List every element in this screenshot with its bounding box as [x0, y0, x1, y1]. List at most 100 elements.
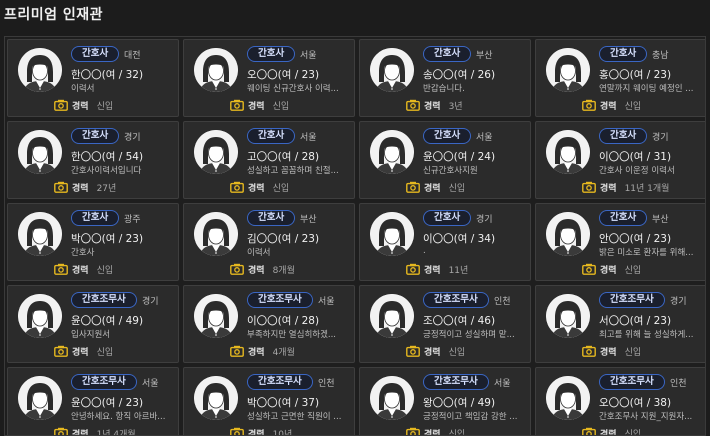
career-value: 신입: [96, 101, 114, 112]
page-title: 프리미엄 인재관: [4, 7, 104, 23]
job-badge: 간호조무사: [71, 292, 137, 308]
career-value: 신입: [624, 101, 642, 112]
candidate-card[interactable]: 간호사 부산 송〇〇(여 / 26) 반갑습니다. 경력 3년: [359, 39, 531, 117]
job-badge: 간호조무사: [423, 374, 489, 390]
candidate-card[interactable]: 간호조무사 서울 이〇〇(여 / 28) 부족하지만 열심히하겠... 경력 4…: [183, 285, 355, 363]
avatar-icon: [194, 130, 238, 174]
region-label: 광주: [124, 215, 141, 225]
career-row: 경력 4개월: [230, 344, 295, 358]
career-row: 경력 신입: [582, 344, 641, 358]
candidate-name: 이〇〇(여 / 31): [599, 151, 672, 163]
camera-icon: [54, 99, 68, 111]
avatar-icon: [370, 48, 414, 92]
candidate-name: 송〇〇(여 / 26): [423, 69, 496, 81]
career-row: 경력 신입: [54, 344, 113, 358]
candidate-card[interactable]: 간호조무사 인천 박〇〇(여 / 37) 성실하고 근면한 직원이 ... 경력…: [183, 367, 355, 435]
candidate-intro: 밝은 미소로 환자를 위해...: [599, 248, 694, 258]
job-badge: 간호사: [423, 128, 472, 144]
candidate-intro: 간호사이력서입니다: [71, 166, 142, 176]
career-label: 경력: [72, 429, 89, 436]
career-row: 경력 신입: [406, 426, 465, 435]
camera-icon: [230, 427, 244, 435]
candidate-card[interactable]: 간호사 서울 고〇〇(여 / 28) 성실하고 꼼꼼하며 친절... 경력 신입: [183, 121, 355, 199]
career-row: 경력 신입: [230, 180, 289, 194]
career-label: 경력: [72, 183, 89, 194]
career-row: 경력 신입: [406, 180, 465, 194]
camera-icon: [582, 427, 596, 435]
candidate-card[interactable]: 간호사 서울 윤〇〇(여 / 24) 신규간호사지원 경력 신입: [359, 121, 531, 199]
camera-icon: [406, 181, 420, 193]
job-badge: 간호사: [599, 46, 648, 62]
candidate-intro: 간호사 이운정 이력서: [599, 166, 675, 176]
career-value: 신입: [448, 183, 466, 194]
avatar-icon: [194, 294, 238, 338]
candidate-intro: 웨이팅 신규간호사 이력...: [247, 84, 339, 94]
candidate-name: 오〇〇(여 / 38): [599, 397, 672, 409]
candidate-intro: 긍정적이고 책임감 강한 ...: [423, 412, 518, 422]
camera-icon: [582, 263, 596, 275]
candidate-card[interactable]: 간호사 부산 김〇〇(여 / 23) 이력서 경력 8개월: [183, 203, 355, 281]
candidate-name: 윤〇〇(여 / 24): [423, 151, 496, 163]
candidate-card[interactable]: 간호사 경기 한〇〇(여 / 54) 간호사이력서입니다 경력 27년: [7, 121, 179, 199]
camera-icon: [230, 99, 244, 111]
career-row: 경력 신입: [54, 262, 113, 276]
career-value: 신입: [624, 347, 642, 358]
avatar-icon: [18, 376, 62, 420]
avatar-icon: [546, 294, 590, 338]
candidate-card[interactable]: 간호조무사 서울 윤〇〇(여 / 23) 안녕하세요. 항직 아르바... 경력…: [7, 367, 179, 436]
avatar-icon: [194, 212, 238, 256]
candidate-card[interactable]: 간호조무사 서울 왕〇〇(여 / 49) 긍정적이고 책임감 강한 ... 경력…: [359, 367, 531, 435]
avatar-icon: [370, 212, 414, 256]
camera-icon: [582, 345, 596, 357]
avatar-icon: [18, 294, 62, 338]
career-row: 경력 11년: [406, 262, 468, 276]
candidate-card[interactable]: 간호사 대전 한〇〇(여 / 32) 이력서 경력 신입: [7, 39, 179, 117]
candidate-card[interactable]: 간호사 서울 오〇〇(여 / 23) 웨이팅 신규간호사 이력... 경력 신입: [183, 39, 355, 117]
candidate-card[interactable]: 간호사 충남 홍〇〇(여 / 23) 연말까지 웨이팅 예정인 ... 경력 신…: [535, 39, 705, 117]
career-value: 신입: [624, 429, 642, 436]
career-label: 경력: [72, 101, 89, 112]
candidate-name: 안〇〇(여 / 23): [599, 233, 672, 245]
camera-icon: [406, 427, 420, 435]
candidate-card[interactable]: 간호조무사 경기 윤〇〇(여 / 49) 입사지원서 경력 신입: [7, 285, 179, 363]
header: 프리미엄 인재관: [0, 0, 710, 30]
candidate-intro: 성실하고 근면한 직원이 ...: [247, 412, 342, 422]
career-row: 경력 신입: [406, 344, 465, 358]
avatar-icon: [18, 130, 62, 174]
job-badge: 간호사: [247, 46, 296, 62]
candidate-card[interactable]: 간호사 부산 안〇〇(여 / 23) 밝은 미소로 환자를 위해... 경력 신…: [535, 203, 705, 281]
candidate-name: 김〇〇(여 / 23): [247, 233, 320, 245]
candidate-card[interactable]: 간호조무사 인천 조〇〇(여 / 46) 긍정적이고 성실하며 맡... 경력 …: [359, 285, 531, 363]
region-label: 서울: [142, 379, 159, 389]
candidate-card[interactable]: 간호사 광주 박〇〇(여 / 23) 간호사 경력 신입: [7, 203, 179, 281]
career-row: 경력 신입: [54, 98, 113, 112]
region-label: 인천: [318, 379, 335, 389]
career-label: 경력: [424, 347, 441, 358]
job-badge: 간호조무사: [423, 292, 489, 308]
candidate-card[interactable]: 간호사 경기 이〇〇(여 / 31) 간호사 이운정 이력서 경력 11년 1개…: [535, 121, 705, 199]
candidate-card[interactable]: 간호조무사 인천 오〇〇(여 / 38) 간호조무사 지원_지원자... 경력 …: [535, 367, 705, 436]
job-badge: 간호사: [599, 210, 648, 226]
career-row: 경력 3년: [406, 98, 463, 112]
career-row: 경력 신입: [230, 98, 289, 112]
camera-icon: [230, 181, 244, 193]
candidate-name: 홍〇〇(여 / 23): [599, 69, 672, 81]
candidate-intro: 이력서: [247, 248, 271, 258]
candidate-name: 한〇〇(여 / 32): [71, 69, 144, 81]
job-badge: 간호조무사: [247, 292, 313, 308]
candidate-intro: 이력서: [71, 84, 95, 94]
candidate-card[interactable]: 간호조무사 경기 서〇〇(여 / 23) 최고를 위해 늘 성실하게... 경력…: [535, 285, 705, 363]
career-value: 4개월: [272, 347, 295, 358]
career-label: 경력: [248, 265, 265, 276]
candidate-intro: 최고를 위해 늘 성실하게...: [599, 330, 694, 340]
camera-icon: [230, 345, 244, 357]
avatar-icon: [18, 48, 62, 92]
career-row: 경력 8개월: [230, 262, 295, 276]
candidate-card[interactable]: 간호사 경기 이〇〇(여 / 34) . 경력 11년: [359, 203, 531, 281]
region-label: 서울: [476, 133, 493, 143]
career-value: 8개월: [272, 265, 295, 276]
region-label: 인천: [494, 297, 511, 307]
career-value: 11년 1개월: [624, 183, 670, 194]
camera-icon: [406, 345, 420, 357]
candidate-intro: 간호사: [71, 248, 95, 258]
